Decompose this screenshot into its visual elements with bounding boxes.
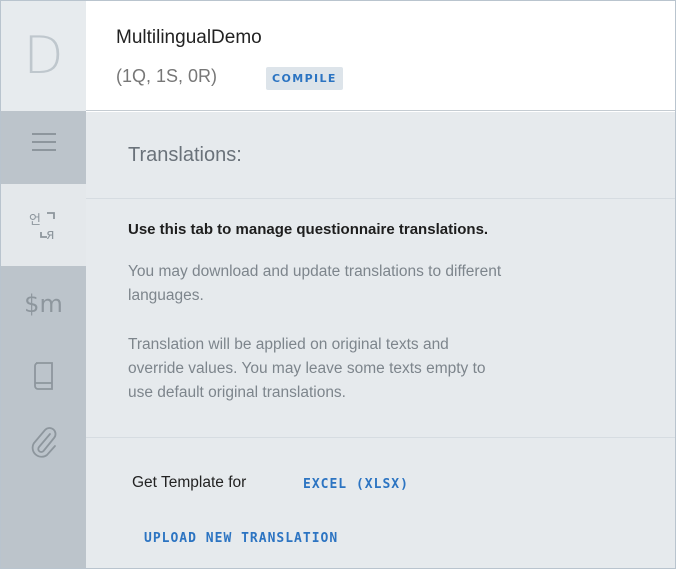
help-line: use default original translations.: [128, 384, 346, 401]
document-header: MultilingualDemo (1Q, 1S, 0R) COMPILE: [86, 1, 675, 111]
translate-icon: 언 я: [29, 212, 55, 242]
title-divider: [86, 198, 675, 199]
compile-button[interactable]: COMPILE: [266, 67, 343, 90]
rail-item-book[interactable]: [1, 345, 86, 407]
panel-title: Translations:: [128, 144, 242, 166]
rail-item-menu[interactable]: [1, 111, 86, 173]
excel-template-link[interactable]: EXCEL (XLSX): [303, 477, 409, 492]
svg-text:언: 언: [29, 213, 41, 228]
help-line: Translation will be applied on original …: [128, 336, 449, 353]
intro-text: Use this tab to manage questionnaire tra…: [128, 221, 489, 238]
help-line: languages.: [128, 287, 204, 304]
app-window: D 언 я $m MultilingualDemo (1Q, 1S, 0R) C…: [0, 0, 676, 569]
help-line: override values. You may leave some text…: [128, 360, 486, 377]
rail-item-macros[interactable]: $m: [1, 273, 86, 335]
download-help-text: You may download and update translations…: [128, 260, 648, 308]
override-help-text: Translation will be applied on original …: [128, 333, 648, 405]
macros-icon: $m: [24, 290, 63, 318]
help-line: You may download and update translations…: [128, 263, 502, 280]
left-rail: D 언 я $m: [1, 1, 86, 568]
book-icon: [33, 362, 53, 390]
template-label: Get Template for: [132, 474, 247, 491]
logo: D: [1, 1, 86, 111]
hamburger-menu-icon: [31, 133, 56, 151]
svg-text:я: я: [46, 227, 54, 242]
document-title: MultilingualDemo: [116, 27, 262, 48]
rail-item-translations[interactable]: 언 я: [1, 184, 86, 266]
rail-item-attachments[interactable]: [1, 412, 86, 474]
upload-translation-link[interactable]: UPLOAD NEW TRANSLATION: [144, 531, 338, 546]
translations-panel: Translations: Use this tab to manage que…: [86, 112, 675, 568]
document-counts: (1Q, 1S, 0R): [116, 66, 218, 86]
logo-letter: D: [23, 26, 64, 86]
section-divider: [86, 437, 675, 438]
paperclip-icon: [31, 427, 56, 458]
